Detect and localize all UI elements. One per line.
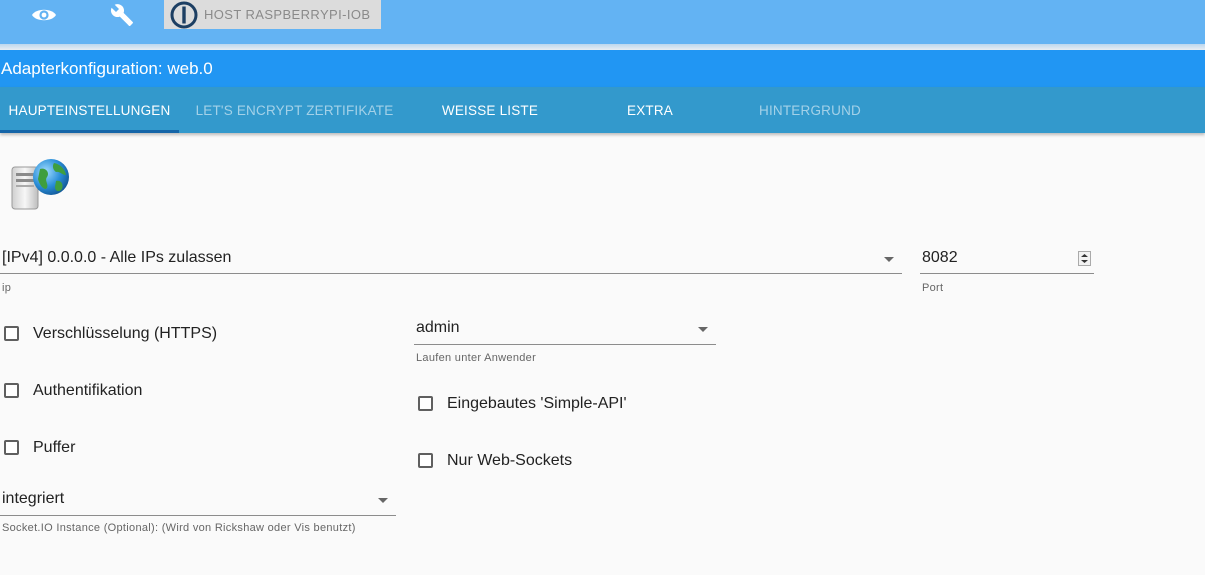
iobroker-logo-icon	[170, 1, 198, 29]
active-tab-indicator	[0, 130, 179, 133]
port-helper-text: Port	[922, 282, 944, 294]
port-underline	[920, 273, 1094, 274]
ip-select-value: [IPv4] 0.0.0.0 - Alle IPs zulassen	[2, 249, 232, 266]
chevron-down-icon	[884, 257, 894, 262]
tab-background[interactable]: HINTERGRUND	[730, 87, 890, 133]
port-spinner[interactable]	[1078, 251, 1091, 266]
auth-checkbox[interactable]	[4, 383, 19, 398]
ip-select-underline	[0, 273, 902, 274]
dialog-header: Adapterkonfiguration: web.0	[0, 50, 1205, 87]
tab-whitelist[interactable]: WEISSE LISTE	[410, 87, 570, 133]
run-as-helper-text: Laufen unter Anwender	[416, 352, 537, 364]
wrench-icon[interactable]	[106, 0, 138, 30]
eye-icon[interactable]	[28, 0, 60, 30]
host-label: HOST RASPBERRYPI-IOB	[204, 7, 371, 22]
https-checkbox[interactable]	[4, 326, 19, 341]
simple-api-label[interactable]: Eingebautes 'Simple-API'	[447, 395, 627, 413]
web-sockets-label[interactable]: Nur Web-Sockets	[447, 452, 572, 470]
host-selector[interactable]: HOST RASPBERRYPI-IOB	[164, 0, 381, 29]
page-title: Adapterkonfiguration: web.0	[1, 59, 213, 78]
tab-bar: HAUPTEINSTELLUNGEN LET'S ENCRYPT ZERTIFI…	[0, 87, 1205, 133]
run-as-underline	[414, 344, 716, 345]
top-toolbar: HOST RASPBERRYPI-IOB	[0, 0, 1205, 44]
socketio-helper-text: Socket.IO Instance (Optional): (Wird von…	[2, 522, 356, 534]
socketio-value: integriert	[2, 490, 65, 507]
tab-extra[interactable]: EXTRA	[570, 87, 730, 133]
tab-main-settings[interactable]: HAUPTEINSTELLUNGEN	[0, 87, 179, 133]
socketio-underline	[0, 515, 396, 516]
run-as-value: admin	[416, 319, 460, 336]
socketio-select[interactable]: integriert	[0, 487, 396, 517]
auth-label[interactable]: Authentifikation	[33, 382, 142, 400]
ip-select[interactable]: [IPv4] 0.0.0.0 - Alle IPs zulassen	[0, 246, 902, 276]
ip-helper-text: ip	[2, 282, 12, 294]
web-server-logo-icon	[10, 155, 72, 211]
cache-checkbox[interactable]	[4, 440, 19, 455]
web-sockets-checkbox[interactable]	[418, 453, 433, 468]
run-as-select[interactable]: admin	[414, 316, 716, 346]
https-label[interactable]: Verschlüsselung (HTTPS)	[33, 325, 217, 343]
simple-api-checkbox[interactable]	[418, 396, 433, 411]
port-value: 8082	[922, 249, 958, 266]
chevron-down-icon	[378, 498, 388, 503]
chevron-down-icon	[698, 327, 708, 332]
tab-letsencrypt[interactable]: LET'S ENCRYPT ZERTIFIKATE	[179, 87, 410, 133]
cache-label[interactable]: Puffer	[33, 439, 75, 457]
port-input[interactable]: 8082	[920, 246, 1094, 276]
